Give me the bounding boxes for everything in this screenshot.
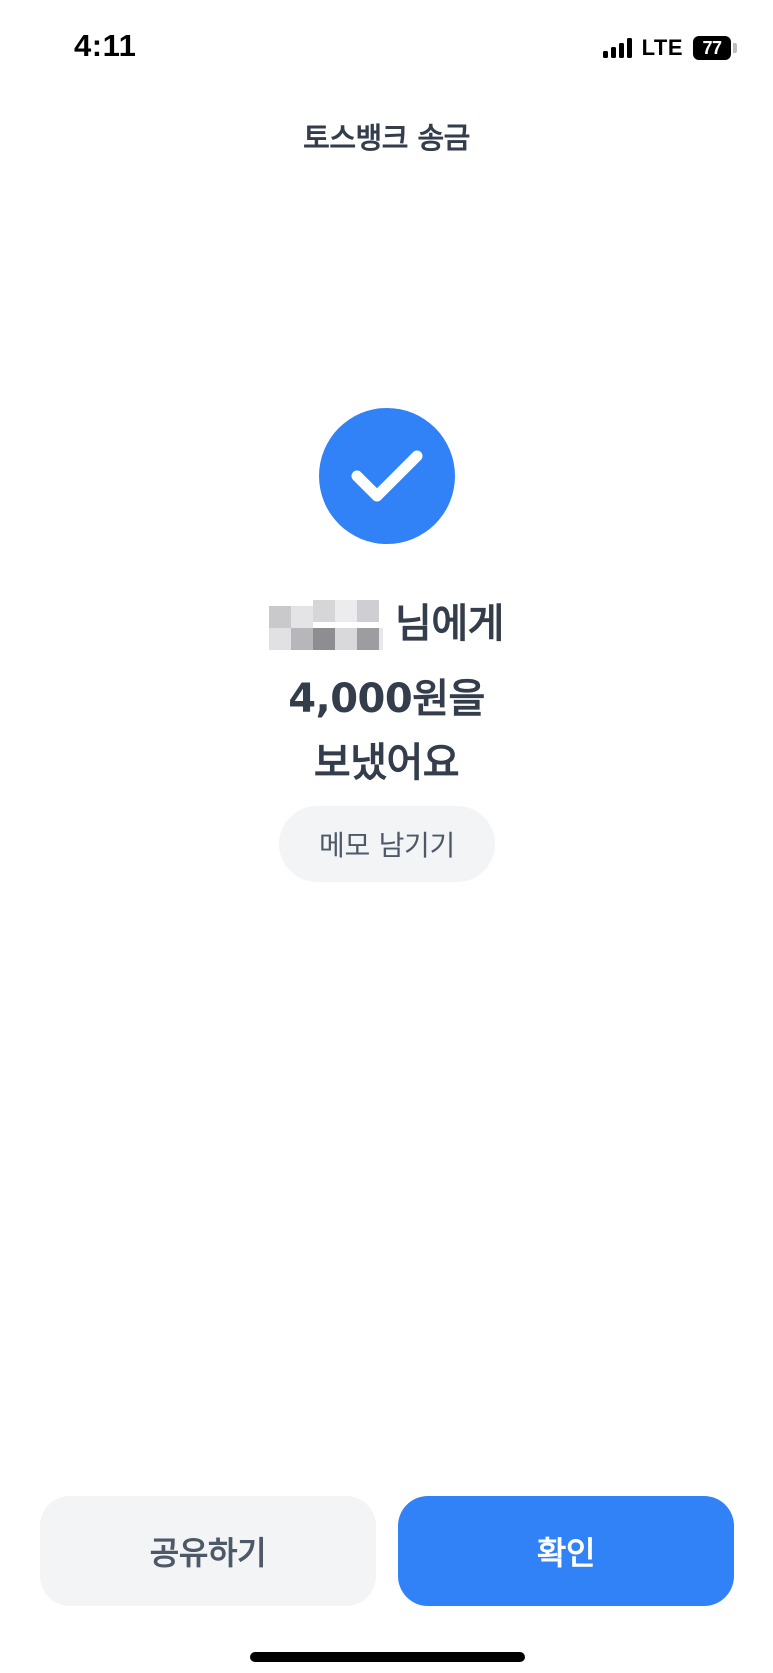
network-type: LTE (641, 35, 683, 60)
status-bar: 4:11 LTE 77 (0, 0, 773, 100)
success-check-circle (319, 408, 455, 544)
masked-recipient-name (269, 600, 393, 650)
page-title: 토스뱅크 송금 (303, 121, 470, 155)
battery-cap (733, 43, 737, 53)
recipient-line: 님에게 (269, 592, 504, 656)
share-button[interactable]: 공유하기 (40, 1496, 376, 1606)
transfer-result-message: 님에게 4,000원을 보냈어요 (0, 592, 773, 795)
checkmark-icon (351, 450, 423, 502)
leave-memo-button[interactable]: 메모 남기기 (279, 806, 495, 882)
amount-line: 4,000원을 (288, 676, 485, 722)
status-indicators: LTE 77 (602, 35, 737, 61)
cellular-signal-icon (602, 38, 632, 58)
result-line: 보냈어요 (313, 740, 460, 786)
home-indicator[interactable] (250, 1652, 525, 1662)
status-time: 4:11 (74, 28, 137, 63)
recipient-suffix: 님에게 (395, 601, 504, 647)
battery-icon: 77 (693, 36, 731, 60)
confirm-button[interactable]: 확인 (398, 1496, 734, 1606)
battery-level: 77 (702, 37, 722, 58)
